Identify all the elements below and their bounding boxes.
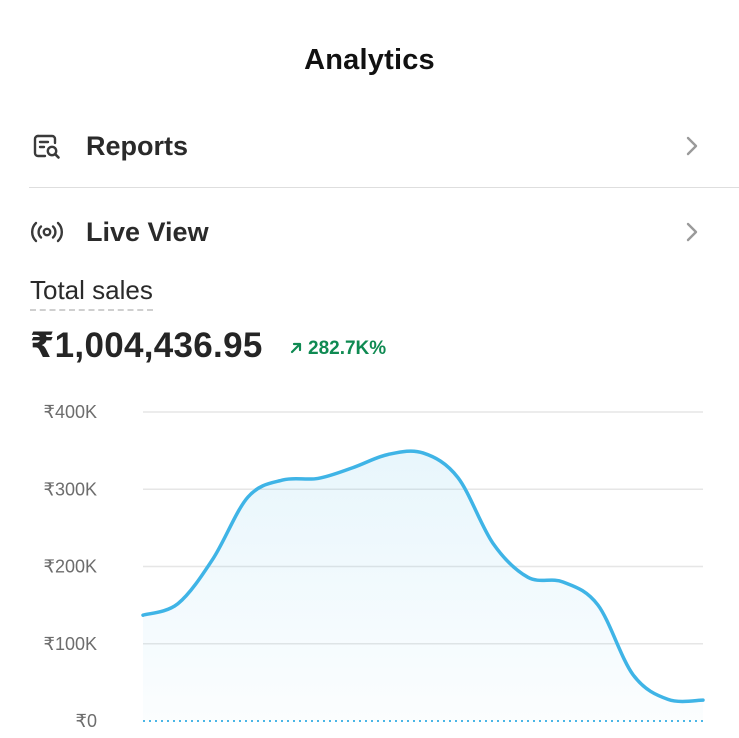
data-point[interactable] xyxy=(347,462,359,474)
data-point[interactable] xyxy=(382,448,394,460)
total-sales-value: ₹1,004,436.95 xyxy=(30,326,263,365)
live-broadcast-icon xyxy=(30,215,64,249)
y-tick-label: ₹400K xyxy=(44,402,98,422)
nav-label-live-view: Live View xyxy=(86,216,209,247)
nav-label-reports: Reports xyxy=(86,130,189,161)
data-point[interactable] xyxy=(662,693,674,705)
data-point[interactable] xyxy=(557,576,569,588)
data-point[interactable] xyxy=(137,609,149,621)
data-point[interactable] xyxy=(207,553,219,565)
nav-divider xyxy=(29,187,739,188)
y-tick-label: ₹300K xyxy=(44,479,98,499)
page-title: Analytics xyxy=(304,44,435,76)
y-tick-label: ₹0 xyxy=(76,711,97,731)
data-point[interactable] xyxy=(522,571,534,583)
data-point[interactable] xyxy=(697,694,709,706)
y-tick-label: ₹200K xyxy=(44,557,98,577)
sales-area-fill xyxy=(143,451,703,721)
chevron-right-icon xyxy=(683,134,701,158)
sales-chart-svg: ₹400K ₹300K ₹200K ₹100K ₹0 xyxy=(44,402,709,731)
data-point[interactable] xyxy=(417,447,429,459)
data-point[interactable] xyxy=(627,669,639,681)
data-point[interactable] xyxy=(172,598,184,610)
chevron-right-icon xyxy=(683,220,701,244)
data-point[interactable] xyxy=(592,599,604,611)
reports-search-icon xyxy=(30,129,64,163)
nav-item-live-view[interactable]: Live View xyxy=(0,202,739,262)
nav-item-reports[interactable]: Reports xyxy=(0,116,739,176)
y-tick-label: ₹100K xyxy=(44,634,98,654)
change-badge: 282.7K% xyxy=(290,338,386,360)
sales-chart: ₹400K ₹300K ₹200K ₹100K ₹0 xyxy=(0,380,739,738)
data-point[interactable] xyxy=(277,474,289,486)
arrow-up-right-icon xyxy=(290,338,302,360)
total-sales-label[interactable]: Total sales xyxy=(30,275,153,311)
data-point[interactable] xyxy=(487,537,499,549)
change-percent: 282.7K% xyxy=(308,338,387,359)
data-point[interactable] xyxy=(312,472,324,484)
data-point[interactable] xyxy=(452,472,464,484)
data-point[interactable] xyxy=(242,491,254,503)
